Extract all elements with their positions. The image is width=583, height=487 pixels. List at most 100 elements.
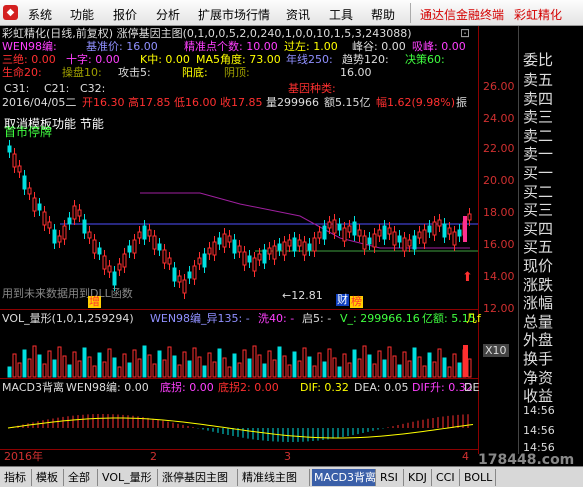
menu-system[interactable]: 系统 [28,6,52,23]
price-tick: 20.00 [483,174,515,187]
quote-row-label: 买五 [523,238,554,257]
candle-body [447,227,452,235]
volume-bar [282,355,287,378]
candle-body [442,223,447,238]
candle-body [402,237,407,252]
tick-time: 14:56 [523,404,555,417]
candle-body [297,239,302,247]
volume-bar [227,366,232,378]
indicator-tab[interactable]: RSI [378,469,404,486]
candle-body [97,247,102,255]
candle-body [27,187,32,195]
volume-bar [97,352,102,378]
date-month-3: 3 [284,450,291,463]
volume-bar [37,354,42,378]
candle-body [342,227,347,242]
volume-bar [277,346,282,378]
candle-body [22,175,27,190]
candle-body [242,251,247,266]
indicator-tab[interactable]: 精准线主图 [240,469,310,486]
menu-tools[interactable]: 工具 [329,6,353,23]
candle-body [247,255,252,263]
indicator-tab[interactable]: CCI [434,469,460,486]
volume-bar [267,350,272,378]
menu-quote[interactable]: 报价 [113,6,137,23]
candle-body [152,235,157,250]
candle-body [212,241,217,256]
candle-body [277,243,282,251]
menu-news[interactable]: 资讯 [286,6,310,23]
candle-body [82,219,87,234]
candle-body [77,209,82,217]
indicator-tab[interactable]: BOLL [462,469,496,486]
menu-extended-market[interactable]: 扩展市场行情 [198,6,270,23]
candle-body [122,253,127,268]
candle-body [457,229,462,237]
volume-bar [12,353,17,378]
candle-body [67,217,72,225]
volume-bar [137,358,142,378]
candle-body [302,241,307,256]
quote-row-label: 净资 [523,368,554,387]
quote-row-label: 涨跌 [523,275,554,294]
volume-bar [422,365,427,378]
candle-body [32,197,37,212]
price-tick: 22.00 [483,142,515,155]
volume-bar [377,350,382,378]
indicator-tab[interactable]: MACD3背离 [312,469,376,486]
volume-bar [322,361,327,378]
volume-bar [42,363,47,378]
candle-body [412,235,417,250]
date-year: 2016年 [4,450,43,463]
candle-body [357,229,362,237]
candle-body [47,221,52,229]
menu-function[interactable]: 功能 [70,6,94,23]
menu-help[interactable]: 帮助 [371,6,395,23]
indicator-tab[interactable]: 指标 [2,469,32,486]
quote-row-label: 卖四 [523,89,554,108]
indicator-tab[interactable]: 涨停基因主图 [160,469,238,486]
indicator-tab[interactable]: KDJ [406,469,432,486]
volume-panel[interactable]: VOL_量形(1,0,1,259294) WEN98编_异135: - 洗40:… [0,311,481,379]
candle-body [322,225,327,240]
indicator-tab[interactable]: 模板 [34,469,64,486]
macd-plot [7,414,474,442]
candle-body [207,247,212,255]
candle-body [112,271,117,286]
price-tick: 14.00 [483,270,515,283]
candle-body [372,233,377,248]
price-tick: 16.00 [483,238,515,251]
volume-bar [463,345,468,377]
price-tick: 26.00 [483,80,515,93]
menu-analysis[interactable]: 分析 [156,6,180,23]
candle-body [392,231,397,246]
volume-bar [412,347,417,378]
indicator-tab[interactable]: 全部 [66,469,98,486]
indicator-tab[interactable]: VOL_量形 [100,469,158,486]
volume-bar [317,352,322,378]
volume-bar [367,354,372,378]
menu-separator [410,3,411,23]
price-tick: 12.00 [483,302,515,315]
quote-row-label: 总量 [523,312,554,331]
volume-bar [212,361,217,378]
candle-body [417,231,422,239]
future-data-warning: 用到未来数据用到DLL函数 [2,287,133,300]
volume-bar [167,346,172,378]
candle-body [172,267,177,282]
volume-bar [107,348,112,378]
volume-bar [112,357,117,378]
volume-bar [222,357,227,378]
price-axis: 26.00 24.00 22.00 20.00 18.00 16.00 14.0… [478,26,518,454]
volume-bar [382,359,387,378]
app-logo-icon: ◆ [3,5,18,20]
macd-panel[interactable]: MACD3背离 WEN98编: 0.00 底拐: 0.00 底拐2: 0.00 … [0,380,479,448]
date-month-2: 2 [150,450,157,463]
candle-body [37,203,42,211]
volume-bar [352,349,357,378]
volume-bar [157,350,162,378]
volume-bar [72,351,77,378]
volume-bar [87,356,92,378]
volume-bar [337,366,342,378]
main-kline-chart[interactable]: 彩虹精化(日线,前复权) 涨停基因主图(0,1,0,0,5,2,0,240,1,… [0,26,478,310]
